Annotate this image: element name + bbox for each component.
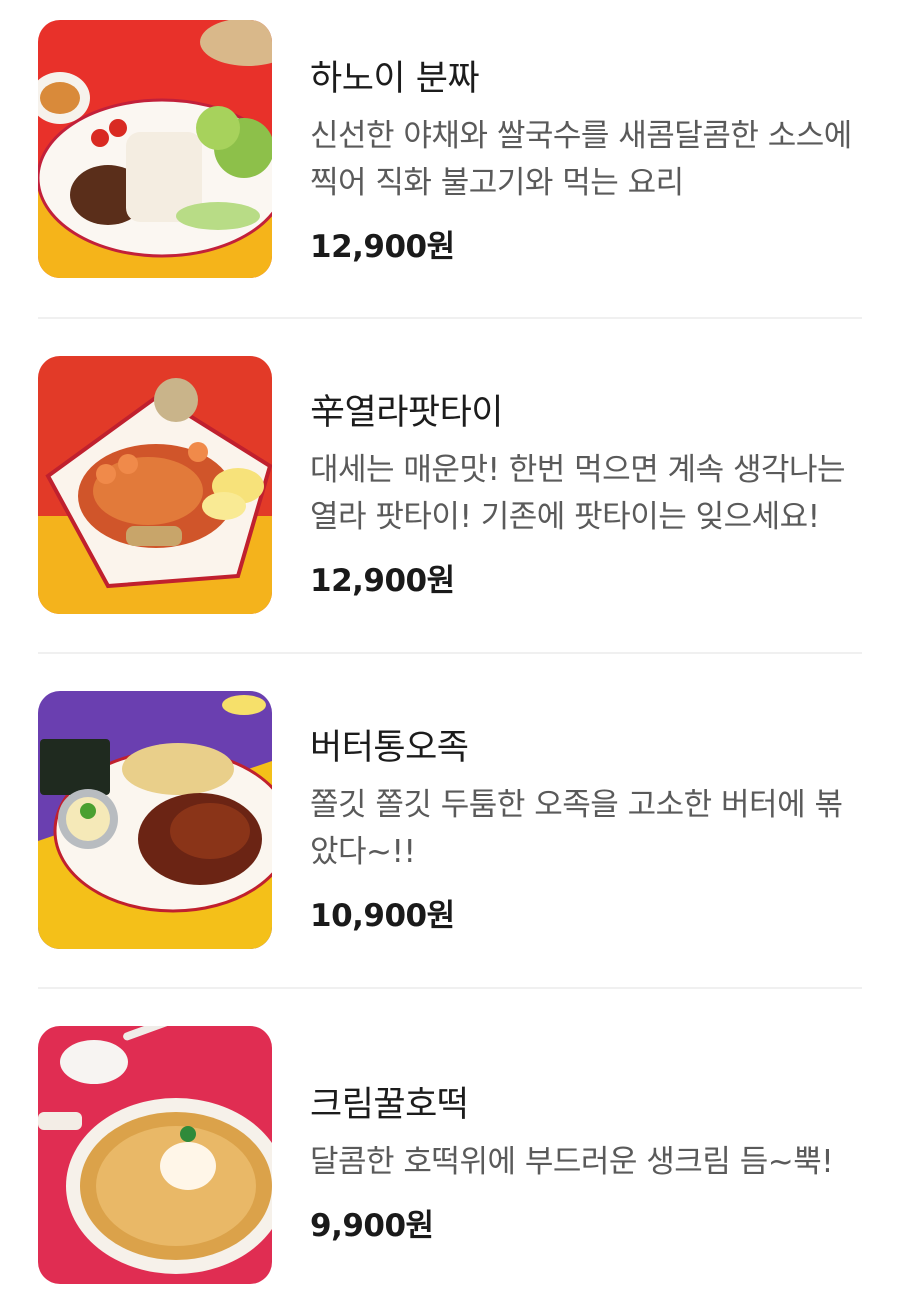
menu-item-price: 10,900원 <box>310 898 455 934</box>
menu-item-name: 辛열라팟타이 <box>310 393 504 433</box>
menu-item-info: 버터통오족 쫄깃 쫄깃 두툼한 오족을 고소한 버터에 볶았다~!! 10,90… <box>310 719 870 935</box>
food-image-pad-thai <box>38 356 272 614</box>
menu-item-name: 버터통오족 <box>310 728 469 768</box>
menu-item-description: 쫄깃 쫄깃 두툼한 오족을 고소한 버터에 볶았다~!! <box>310 787 843 870</box>
divider <box>38 987 862 989</box>
menu-item-pad-thai[interactable]: 辛열라팟타이 대세는 매운맛! 한번 먹으면 계속 생각나는 열라 팟타이! 기… <box>38 356 862 656</box>
menu-item-bun-cha[interactable]: 하노이 분짜 신선한 야채와 쌀국수를 새콤달콤한 소스에 찍어 직화 불고기와… <box>38 20 862 320</box>
menu-item-price: 12,900원 <box>310 563 455 599</box>
divider <box>38 317 862 319</box>
divider <box>38 652 862 654</box>
menu-item-description: 대세는 매운맛! 한번 먹으면 계속 생각나는 열라 팟타이! 기존에 팟타이는… <box>310 452 846 535</box>
food-image-butter-squid <box>38 691 272 949</box>
menu-item-info: 하노이 분짜 신선한 야채와 쌀국수를 새콤달콤한 소스에 찍어 직화 불고기와… <box>310 50 870 266</box>
menu-list: 하노이 분짜 신선한 야채와 쌀국수를 새콤달콤한 소스에 찍어 직화 불고기와… <box>0 0 900 1309</box>
menu-item-info: 辛열라팟타이 대세는 매운맛! 한번 먹으면 계속 생각나는 열라 팟타이! 기… <box>310 384 870 600</box>
menu-item-name: 하노이 분짜 <box>310 59 480 99</box>
menu-item-info: 크림꿀호떡 달콤한 호떡위에 부드러운 생크림 듬~뿍! 9,900원 <box>310 1076 870 1245</box>
menu-item-name: 크림꿀호떡 <box>310 1085 469 1125</box>
menu-item-price: 12,900원 <box>310 229 455 265</box>
food-image-bun-cha <box>38 20 272 278</box>
menu-item-butter-squid[interactable]: 버터통오족 쫄깃 쫄깃 두툼한 오족을 고소한 버터에 볶았다~!! 10,90… <box>38 691 862 991</box>
food-image-cream-hotteok <box>38 1026 272 1284</box>
menu-item-description: 달콤한 호떡위에 부드러운 생크림 듬~뿍! <box>310 1144 834 1180</box>
menu-item-description: 신선한 야채와 쌀국수를 새콤달콤한 소스에 찍어 직화 불고기와 먹는 요리 <box>310 118 852 201</box>
menu-item-cream-hotteok[interactable]: 크림꿀호떡 달콤한 호떡위에 부드러운 생크림 듬~뿍! 9,900원 <box>38 1026 862 1309</box>
menu-item-price: 9,900원 <box>310 1208 434 1244</box>
